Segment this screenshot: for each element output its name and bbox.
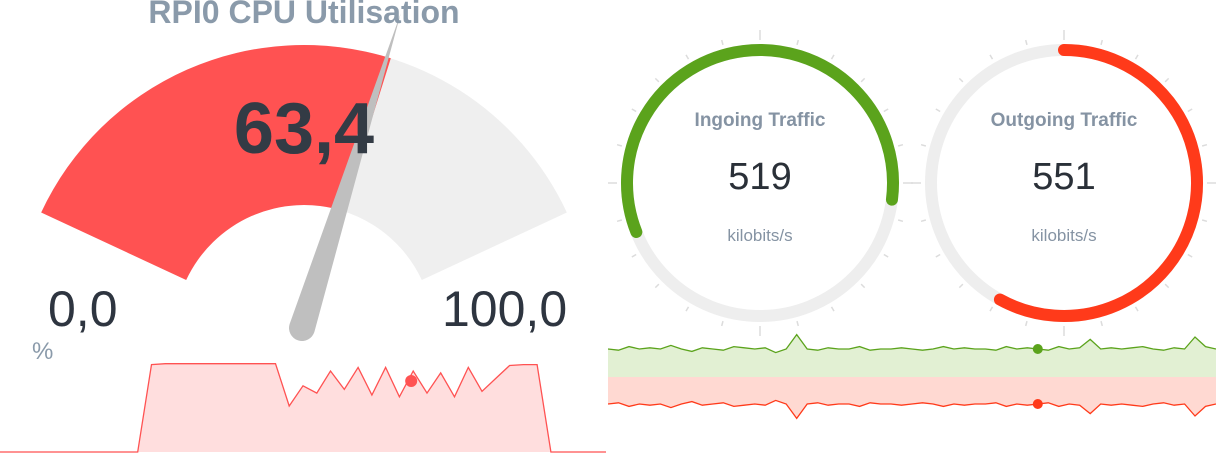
ingoing-ring-arc [621,44,899,238]
ingoing-sparkline-marker [1032,344,1043,354]
ingoing-traffic-value: 519 [728,156,792,198]
ring-tick [989,54,994,60]
ring-tick [1164,283,1170,289]
ring-tick [1134,54,1139,60]
outgoing-sparkline-marker [1032,399,1043,409]
ring-tick [1201,143,1208,147]
cpu-sparkline-marker [405,375,418,388]
ring-tick [920,143,927,147]
ring-tick [935,253,941,258]
ring-tick [989,306,994,312]
ring-tick [830,306,835,312]
ring-tick [1201,219,1208,223]
cpu-gauge-panel: RPI0 CPU Utilisation 63,4 0,0 100,0 % [0,0,608,455]
ring-tick [958,283,964,289]
ring-tick [631,253,637,258]
ring-tick [616,143,623,147]
gauge-min-label: 0,0 [48,281,118,337]
ring-tick [897,219,904,223]
ring-tick [860,77,866,83]
ring-tick [1024,320,1028,327]
ring-tick [1024,39,1028,46]
cpu-sparkline-area [0,363,606,452]
ring-tick [720,320,724,327]
outgoing-traffic-label: Outgoing Traffic [990,110,1138,131]
ring-tick [654,283,660,289]
outgoing-sparkline-area [608,377,1216,419]
ingoing-traffic-unit: kilobits/s [727,226,793,245]
traffic-panel: Ingoing Traffic 519 kilobits/s Outgoing … [608,0,1216,455]
ring-tick [1134,306,1139,312]
ring-tick [685,54,690,60]
gauge-unit-label: % [32,338,54,365]
ingoing-traffic-label: Ingoing Traffic [694,110,826,131]
ring-tick [897,143,904,147]
gauge-max-label: 100,0 [442,281,568,337]
ring-tick [830,54,835,60]
ring-tick [1187,253,1193,258]
outgoing-traffic-value: 551 [1032,156,1096,198]
ring-tick [720,39,724,46]
ring-tick [1100,320,1104,327]
ring-tick [1100,39,1104,46]
gauge-value: 63,4 [233,89,375,169]
ring-tick [883,253,889,258]
ring-tick [654,77,660,83]
ring-tick [958,77,964,83]
ring-tick [860,283,866,289]
ring-tick [1164,77,1170,83]
ring-tick [616,219,623,223]
ring-tick [796,39,800,46]
cpu-gauge-graphic [0,13,606,453]
gauge-title: RPI0 CPU Utilisation [148,0,460,30]
ring-tick [796,320,800,327]
ring-tick [685,306,690,312]
outgoing-traffic-unit: kilobits/s [1031,226,1097,245]
ring-tick [920,219,927,223]
ingoing-sparkline-area [608,334,1216,377]
